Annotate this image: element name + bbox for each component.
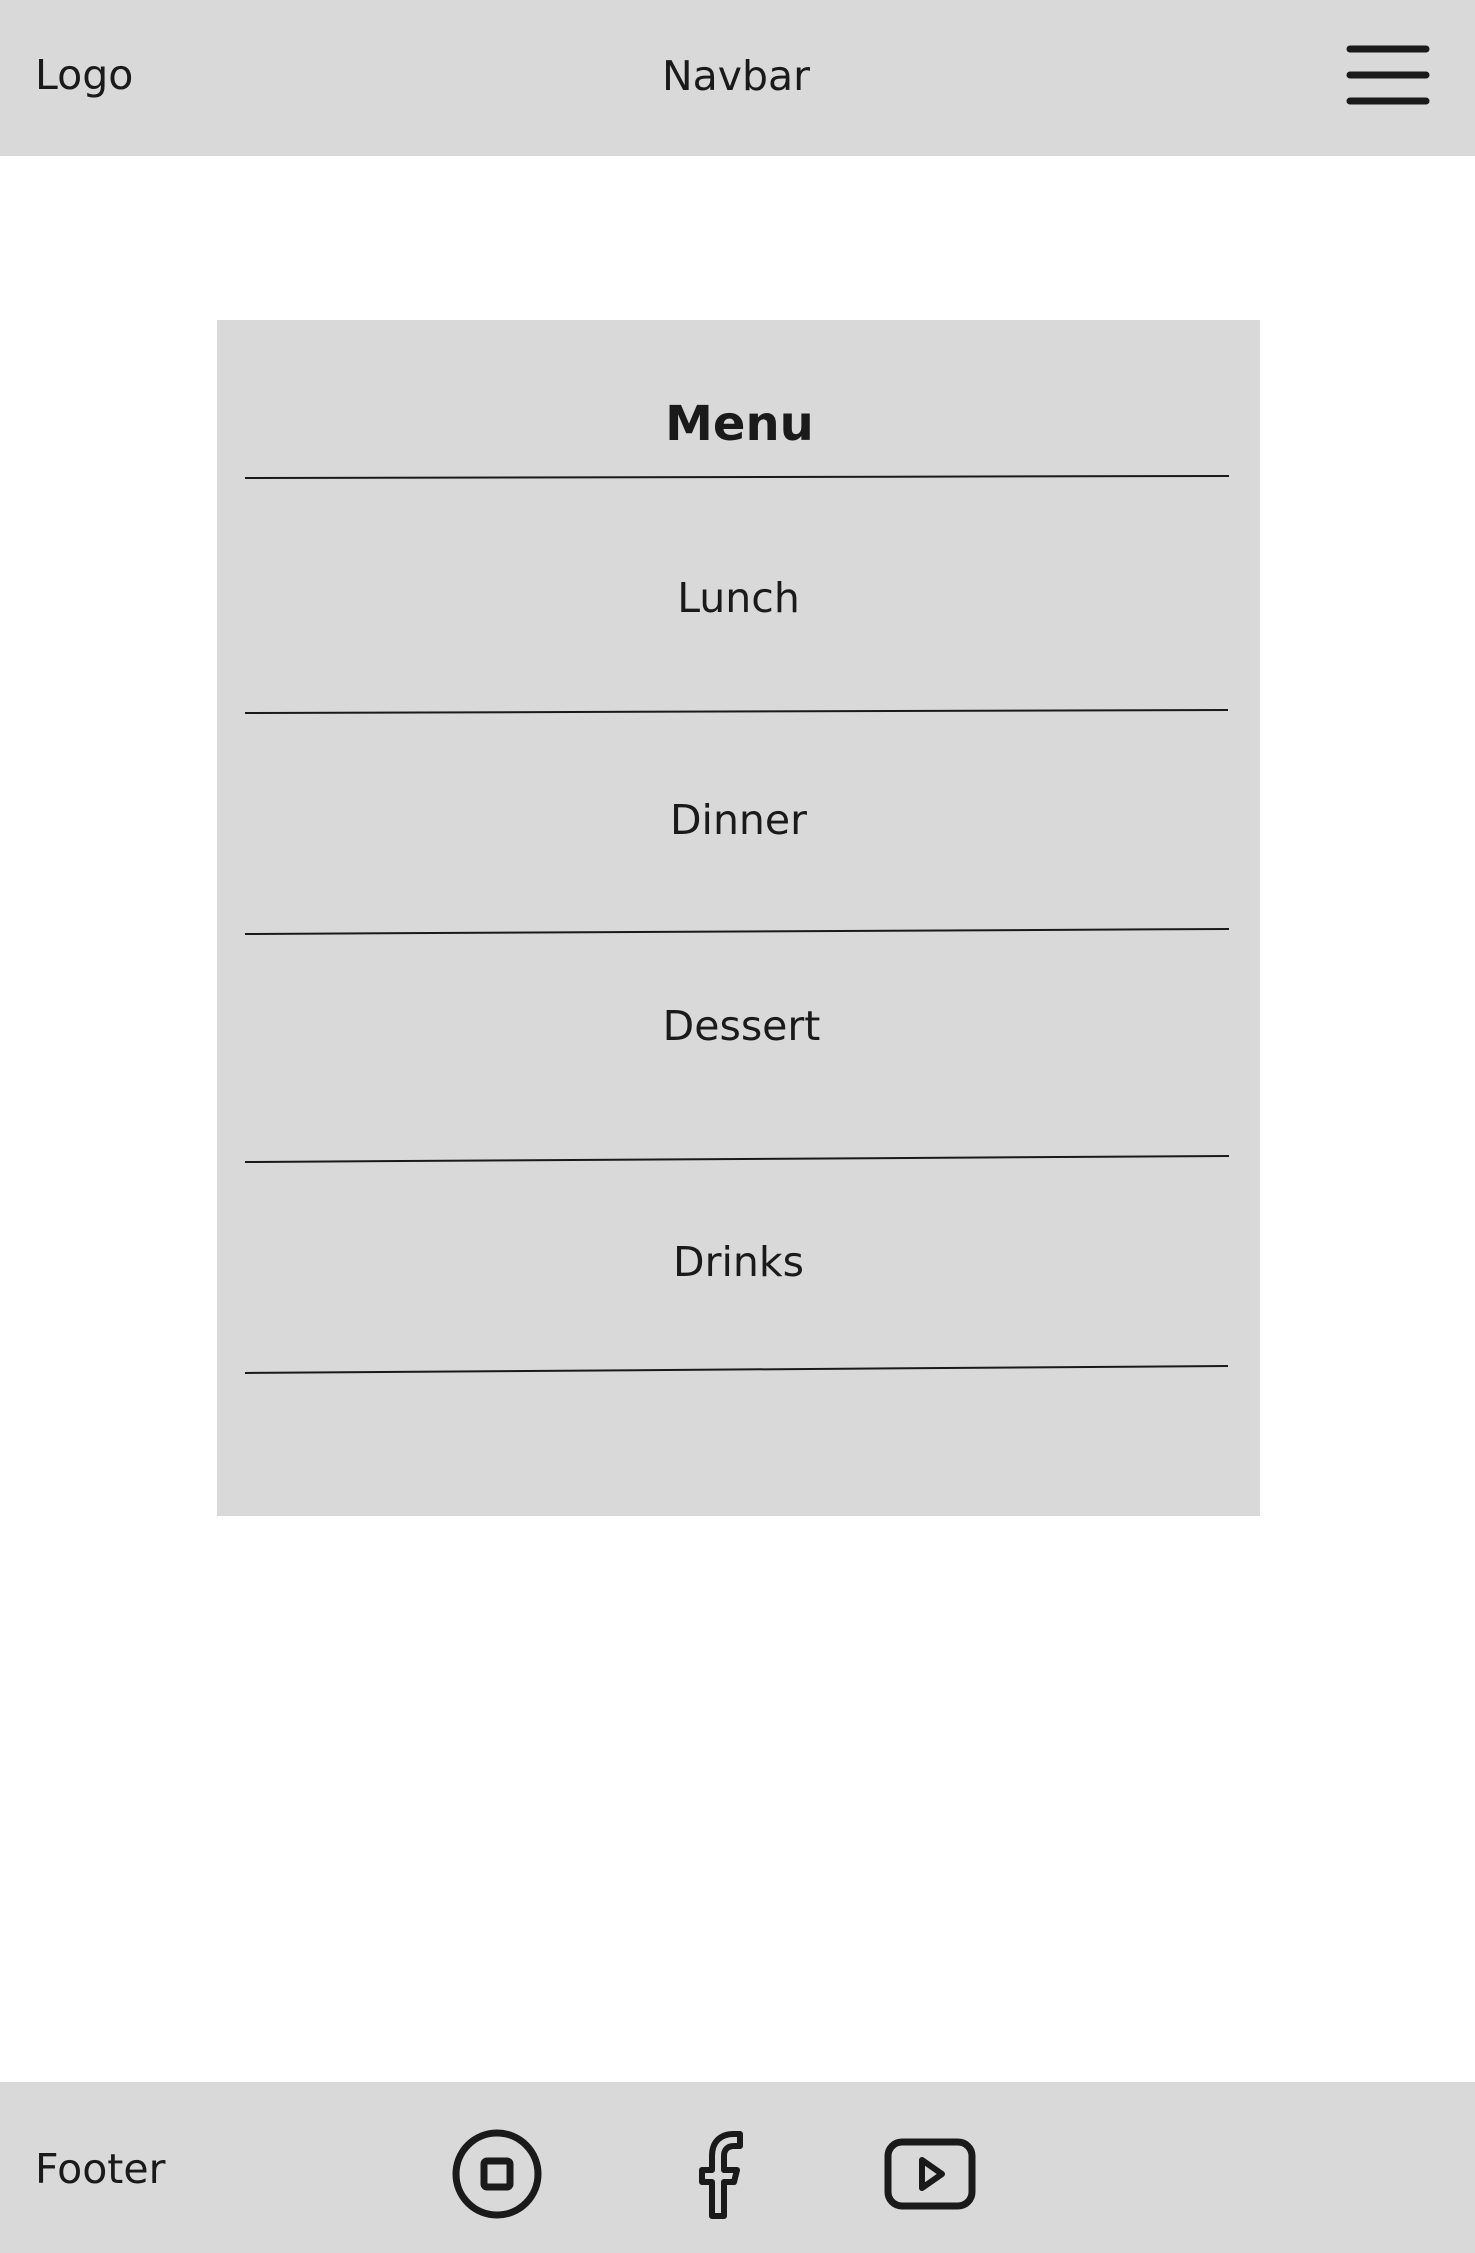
navbar: Logo Navbar (0, 0, 1475, 156)
menu-item-drinks[interactable]: Drinks (217, 1234, 1260, 1290)
footer-label: Footer (35, 2145, 166, 2193)
menu-item-divider (244, 1155, 1230, 1163)
navbar-title: Navbar (661, 52, 811, 100)
menu-title-divider (244, 475, 1230, 479)
instagram-icon[interactable] (447, 2124, 547, 2224)
menu-dividers (244, 475, 1230, 1374)
menu-item-divider (244, 1365, 1229, 1374)
footer: Footer (0, 2082, 1475, 2253)
menu-item-divider (244, 709, 1229, 714)
menu-item-lunch[interactable]: Lunch (217, 570, 1260, 626)
menu-title: Menu (665, 396, 814, 452)
menu-panel: Menu Lunch Dinner Dessert Drinks (217, 320, 1260, 1516)
menu-item-dessert[interactable]: Dessert (217, 998, 1260, 1054)
facebook-icon[interactable] (668, 2124, 768, 2224)
menu-item-dinner[interactable]: Dinner (217, 792, 1260, 848)
hamburger-menu-icon[interactable] (1346, 43, 1430, 107)
menu-item-divider (244, 928, 1230, 935)
youtube-icon[interactable] (880, 2124, 980, 2224)
